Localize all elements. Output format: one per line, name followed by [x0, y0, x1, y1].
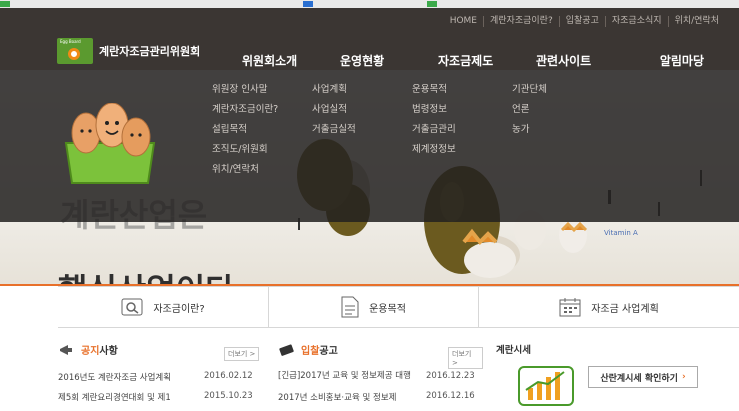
market-button-label: 산란계시세 확인하기 — [600, 373, 678, 384]
menu-item[interactable]: 농가 — [512, 124, 547, 144]
list-item[interactable]: 제5회 계란요리경연대회 및 제1 2015.10.23 — [58, 391, 253, 411]
nav-related-sites[interactable]: 관련사이트 — [536, 52, 634, 69]
menu-item[interactable]: 거출금관리 — [412, 124, 456, 144]
bid-more-button[interactable]: 더보기 > — [448, 347, 483, 369]
quick-link-label: 자조금이란? — [153, 303, 205, 315]
bid-date: 2016.12.23 — [426, 371, 475, 381]
status-icon — [0, 1, 10, 7]
menu-item[interactable]: 거출금실적 — [312, 124, 356, 144]
site-logo[interactable]: Egg Board 계란자조금관리위원회 — [57, 38, 200, 64]
mega-col-operations: 사업계획 사업실적 거출금실적 — [312, 84, 356, 144]
market-title: 계란시세 — [496, 345, 531, 356]
bid-title-text: 2017년 소비홍보·교육 및 정보제 — [278, 393, 397, 403]
browser-top-strip — [0, 0, 739, 8]
notice-date: 2016.02.12 — [204, 371, 253, 381]
logo-tag: Egg Board — [60, 39, 81, 44]
mega-col-related-sites: 기관단체 언론 농가 — [512, 84, 547, 144]
utility-newsletter-link[interactable]: 자조금소식지 — [604, 16, 668, 27]
utility-home-link[interactable]: HOME — [444, 16, 483, 27]
list-item[interactable]: [긴급]2017년 교육 및 정보제공 대행 2016.12.23 — [278, 371, 475, 391]
menu-item[interactable]: 위치/연락처 — [212, 164, 278, 184]
list-item[interactable]: 2016년도 계란자조금 사업계획 2016.02.12 — [58, 371, 253, 391]
document-icon — [341, 296, 359, 318]
bid-panel: 입찰공고 더보기 > [긴급]2017년 교육 및 정보제공 대행 2016.1… — [278, 342, 483, 403]
egg-market-panel: 계란시세 산란계시세 확인하기 › — [496, 342, 698, 406]
egg-logo-icon: Egg Board — [57, 38, 93, 64]
megaphone-icon — [60, 344, 72, 355]
quick-links: 자조금이란? 운용목적 자조금 사업계획 — [58, 286, 739, 328]
quick-link-label: 자조금 사업계획 — [591, 303, 659, 315]
nav-committee[interactable]: 위원회소개 — [242, 52, 340, 69]
menu-item[interactable]: 법령정보 — [412, 104, 456, 124]
menu-item[interactable]: 기관단체 — [512, 84, 547, 104]
menu-item[interactable]: 언론 — [512, 104, 547, 124]
chevron-right-icon: › — [681, 372, 686, 382]
quick-link-plan[interactable]: 자조금 사업계획 — [478, 287, 739, 327]
menu-item[interactable]: 조직도/위원회 — [212, 144, 278, 164]
utility-location-link[interactable]: 위치/연락처 — [667, 16, 725, 27]
menu-item[interactable]: 위원장 인사말 — [212, 84, 278, 104]
site-name: 계란자조금관리위원회 — [99, 45, 201, 58]
site-header: HOME 계란자조금이란? 입찰공고 자조금소식지 위치/연락처 Egg Boa… — [0, 8, 739, 70]
menu-item[interactable]: 사업계획 — [312, 84, 356, 104]
nav-fund-system[interactable]: 자조금제도 — [438, 52, 536, 69]
status-icon — [427, 1, 437, 7]
status-icon — [303, 1, 313, 7]
notice-more-button[interactable]: 더보기 > — [224, 347, 260, 361]
utility-about-link[interactable]: 계란자조금이란? — [483, 16, 559, 27]
bid-title-text: [긴급]2017년 교육 및 정보제공 대행 — [278, 371, 411, 381]
menu-item[interactable]: 설립목적 — [212, 124, 278, 144]
quick-link-label: 운용목적 — [369, 303, 406, 315]
bid-list: [긴급]2017년 교육 및 정보제공 대행 2016.12.23 2017년 … — [278, 371, 475, 411]
utility-nav: HOME 계란자조금이란? 입찰공고 자조금소식지 위치/연락처 — [444, 16, 725, 27]
main-nav: 위원회소개 운영현황 자조금제도 관련사이트 알림마당 — [242, 52, 704, 69]
notice-title-text: 제5회 계란요리경연대회 및 제1 — [58, 393, 171, 403]
menu-item[interactable]: 계란자조금이란? — [212, 104, 278, 124]
notice-list: 2016년도 계란자조금 사업계획 2016.02.12 제5회 계란요리경연대… — [58, 371, 253, 411]
nav-operations[interactable]: 운영현황 — [340, 52, 438, 69]
egg-basket-mascot-icon — [64, 103, 156, 184]
menu-item[interactable]: 사업실적 — [312, 104, 356, 124]
market-chart-icon — [518, 366, 574, 406]
menu-item[interactable]: 제계정정보 — [412, 144, 456, 164]
menu-item[interactable]: 운용목적 — [412, 84, 456, 104]
mega-col-committee: 위원장 인사말 계란자조금이란? 설립목적 조직도/위원회 위치/연락처 — [212, 84, 278, 184]
mega-col-fund-system: 운용목적 법령정보 거출금관리 제계정정보 — [412, 84, 456, 164]
gavel-icon — [279, 343, 294, 356]
nav-notice-board[interactable]: 알림마당 — [634, 52, 704, 69]
list-item[interactable]: 2017년 소비홍보·교육 및 정보제 2016.12.16 — [278, 391, 475, 411]
hero-slogan-line2: 핵심산업이다 — [58, 265, 235, 284]
market-price-button[interactable]: 산란계시세 확인하기 › — [588, 366, 698, 388]
utility-bid-link[interactable]: 입찰공고 — [558, 16, 605, 27]
vitamin-label: Vitamin A — [604, 229, 638, 237]
search-doc-icon — [121, 298, 143, 316]
notice-title-text: 2016년도 계란자조금 사업계획 — [58, 373, 172, 383]
calendar-icon — [559, 298, 581, 317]
quick-link-about[interactable]: 자조금이란? — [58, 287, 268, 327]
quick-link-purpose[interactable]: 운용목적 — [268, 287, 478, 327]
notice-panel: 공지사항 더보기 > 2016년도 계란자조금 사업계획 2016.02.12 … — [58, 342, 260, 403]
